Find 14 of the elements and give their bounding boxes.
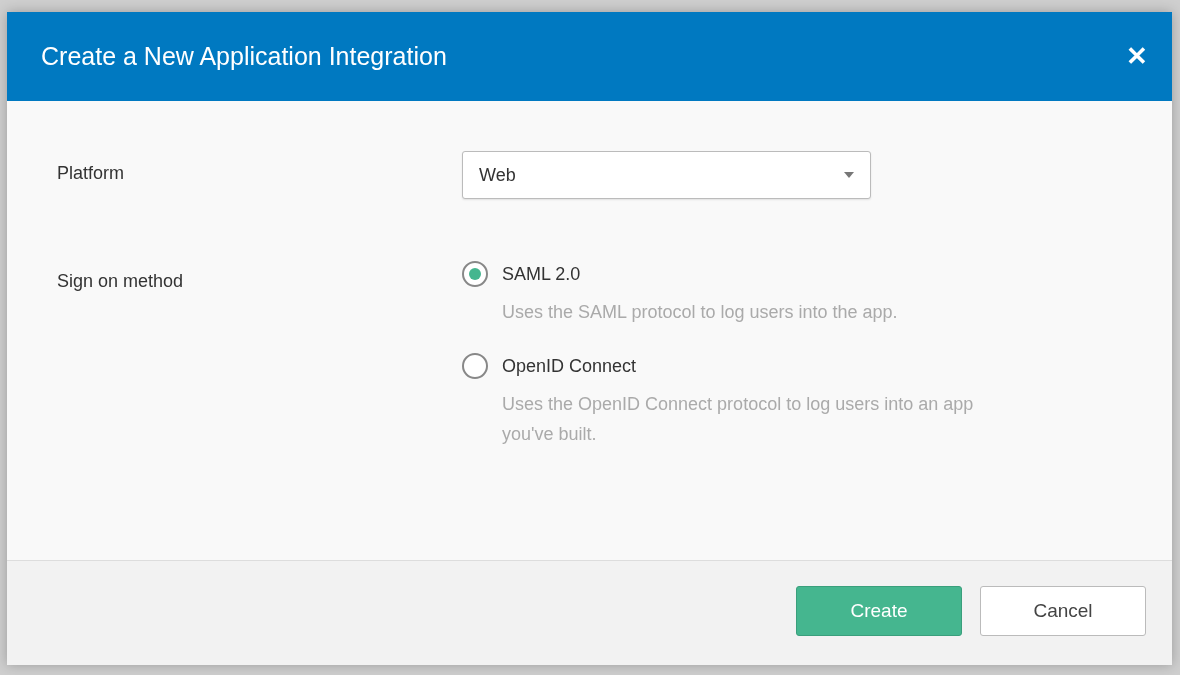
- option-label: OpenID Connect: [502, 355, 638, 377]
- field-label: Sign on method: [57, 271, 185, 293]
- radio-button[interactable]: [462, 353, 488, 379]
- radio-button[interactable]: [462, 261, 488, 287]
- close-button[interactable]: ✕: [1122, 41, 1152, 72]
- dropdown-value: Web: [479, 164, 516, 186]
- dialog-title: Create a New Application Integration: [41, 42, 447, 71]
- option-label: SAML 2.0: [502, 263, 582, 285]
- platform-dropdown[interactable]: Web: [462, 151, 871, 199]
- option-description: Uses the OpenID Connect protocol to log users into an app you've built.: [502, 393, 975, 446]
- option-description: Uses the SAML protocol to log users into the app.: [502, 301, 899, 324]
- caret-icon: [844, 172, 854, 178]
- cancel-button[interactable]: Cancel: [980, 586, 1146, 636]
- field-label: Platform: [57, 162, 126, 185]
